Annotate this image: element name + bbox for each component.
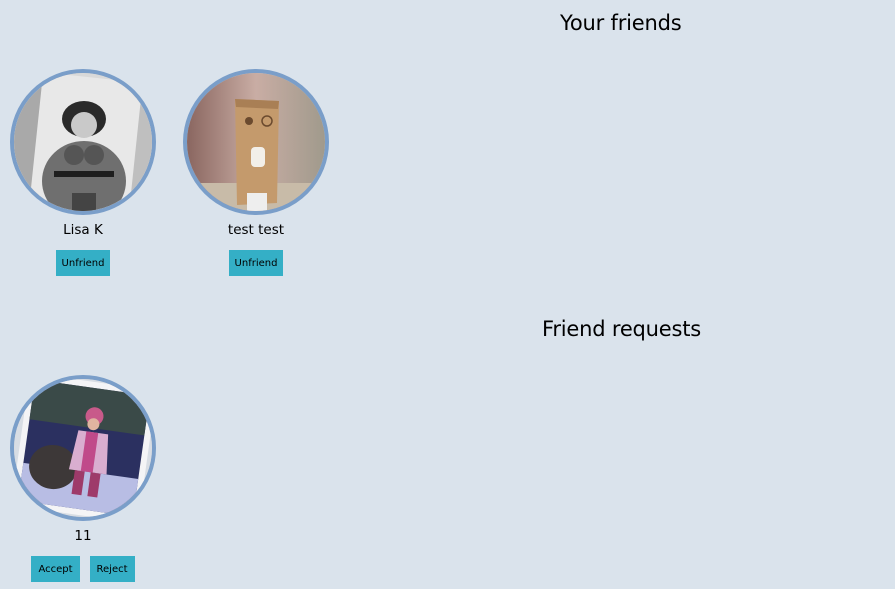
friends-page: Your friends Lisa K Unfriend test test U… — [0, 0, 895, 589]
request-avatar[interactable] — [10, 375, 156, 521]
friend-photo — [14, 73, 152, 211]
friend-card: test test Unfriend — [183, 69, 329, 276]
accept-button[interactable]: Accept — [31, 556, 80, 582]
friend-request-card: 11 Accept Reject — [10, 375, 156, 582]
friend-avatar[interactable] — [183, 69, 329, 215]
reject-button[interactable]: Reject — [89, 556, 135, 582]
friend-photo — [187, 73, 325, 211]
friend-name: Lisa K — [63, 222, 103, 238]
friend-card: Lisa K Unfriend — [10, 69, 156, 276]
unfriend-button[interactable]: Unfriend — [56, 250, 110, 276]
request-photo — [14, 379, 152, 517]
requester-name: 11 — [74, 528, 92, 544]
friends-section-title: Your friends — [560, 11, 682, 35]
friend-name: test test — [227, 222, 285, 238]
friend-requests-section-title: Friend requests — [542, 317, 702, 341]
friend-avatar[interactable] — [10, 69, 156, 215]
unfriend-button[interactable]: Unfriend — [229, 250, 283, 276]
